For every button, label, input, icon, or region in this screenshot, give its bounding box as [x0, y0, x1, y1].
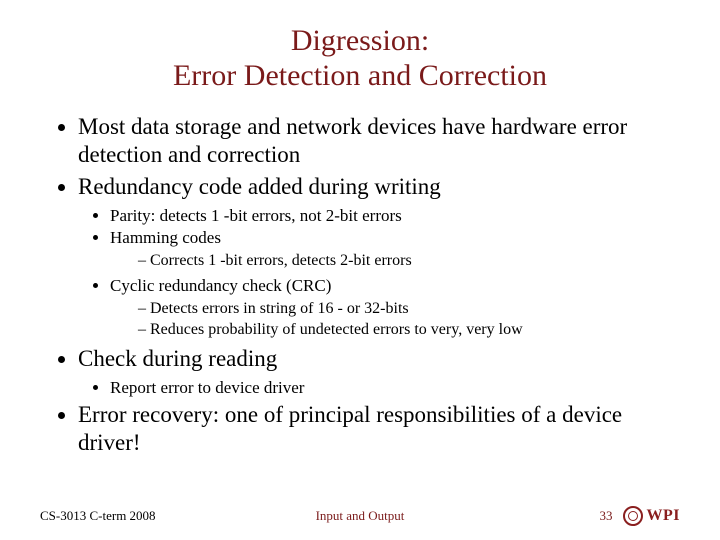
bullet-item: Most data storage and network devices ha… — [78, 113, 680, 169]
sub-item: Cyclic redundancy check (CRC) — [110, 275, 680, 297]
footer-topic: Input and Output — [316, 508, 405, 524]
sub-list: Report error to device driver — [40, 377, 680, 399]
wpi-logo: WPI — [623, 506, 681, 526]
sub-sub-item: Detects errors in string of 16 - or 32-b… — [138, 299, 680, 320]
sub-item: Report error to device driver — [110, 377, 680, 399]
title-line-1: Digression: — [291, 24, 429, 57]
bullet-list: Most data storage and network devices ha… — [40, 113, 680, 201]
footer: CS-3013 C-term 2008 Input and Output 33 … — [0, 506, 720, 526]
bullet-item: Error recovery: one of principal respons… — [78, 401, 680, 457]
bullet-item: Redundancy code added during writing — [78, 173, 680, 201]
footer-right: 33 WPI — [600, 506, 681, 526]
sub-sub-list: Corrects 1 -bit errors, detects 2-bit er… — [40, 251, 680, 272]
sub-list: Parity: detects 1 -bit errors, not 2-bit… — [40, 205, 680, 249]
bullet-list: Error recovery: one of principal respons… — [40, 401, 680, 457]
sub-list: Cyclic redundancy check (CRC) — [40, 275, 680, 297]
title-line-2: Error Detection and Correction — [173, 59, 547, 92]
page-number: 33 — [600, 508, 613, 524]
bullet-item: Check during reading — [78, 345, 680, 373]
sub-sub-list: Detects errors in string of 16 - or 32-b… — [40, 299, 680, 341]
bullet-list: Check during reading — [40, 345, 680, 373]
wpi-logo-text: WPI — [647, 507, 681, 525]
sub-item: Hamming codes — [110, 227, 680, 249]
footer-course: CS-3013 C-term 2008 — [40, 508, 156, 524]
slide-title: Digression: Error Detection and Correcti… — [40, 24, 680, 93]
sub-item: Parity: detects 1 -bit errors, not 2-bit… — [110, 205, 680, 227]
slide: Digression: Error Detection and Correcti… — [0, 0, 720, 540]
wpi-seal-icon — [623, 506, 643, 526]
sub-sub-item: Corrects 1 -bit errors, detects 2-bit er… — [138, 251, 680, 272]
sub-sub-item: Reduces probability of undetected errors… — [138, 320, 680, 341]
